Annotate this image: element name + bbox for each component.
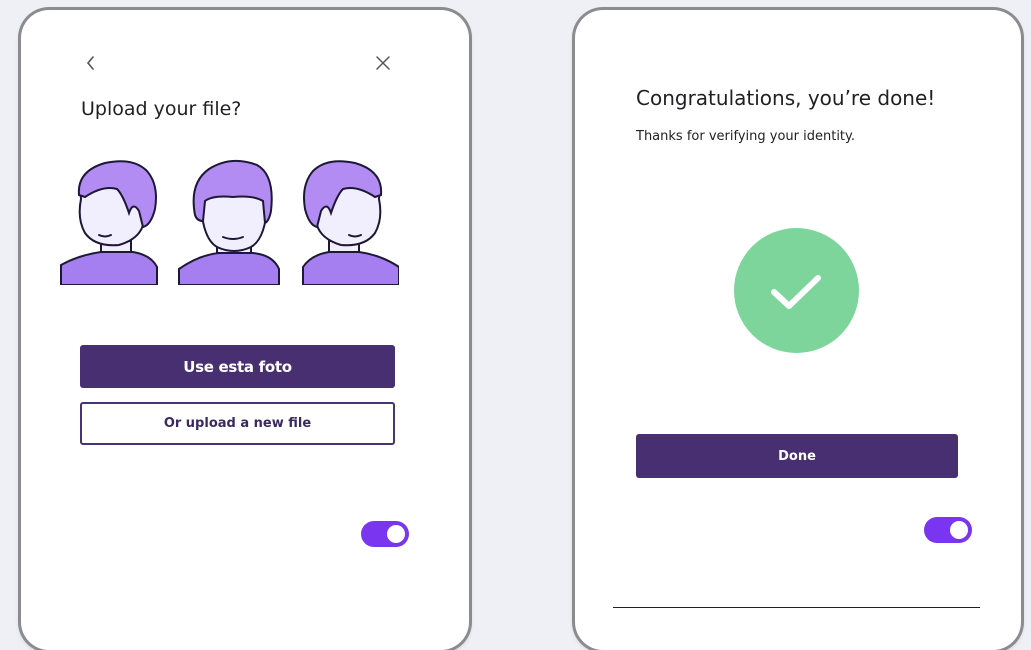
- check-icon: [771, 275, 821, 309]
- success-badge: [734, 228, 859, 353]
- divider: [613, 607, 980, 608]
- toggle-knob: [387, 525, 405, 543]
- face-illustration: [59, 155, 400, 286]
- page-title: Upload your file?: [81, 98, 242, 120]
- toggle-knob: [950, 521, 968, 539]
- face-right-profile-icon: [302, 160, 400, 286]
- verification-done-card: Congratulations, you’re done! Thanks for…: [575, 10, 1021, 650]
- face-left-profile-icon: [60, 160, 158, 286]
- chevron-left-icon[interactable]: [81, 53, 101, 73]
- toggle-switch[interactable]: [924, 517, 972, 543]
- close-icon[interactable]: [373, 53, 393, 73]
- page-title: Congratulations, you’re done!: [636, 86, 936, 110]
- upload-new-file-button[interactable]: Or upload a new file: [80, 402, 395, 445]
- page-subtitle: Thanks for verifying your identity.: [636, 129, 855, 144]
- use-photo-button[interactable]: Use esta foto: [80, 345, 395, 388]
- face-front-icon: [178, 159, 280, 286]
- done-button[interactable]: Done: [636, 434, 958, 478]
- upload-file-card: Upload your file? Use esta foto Or uploa…: [21, 10, 469, 650]
- toggle-switch[interactable]: [361, 521, 409, 547]
